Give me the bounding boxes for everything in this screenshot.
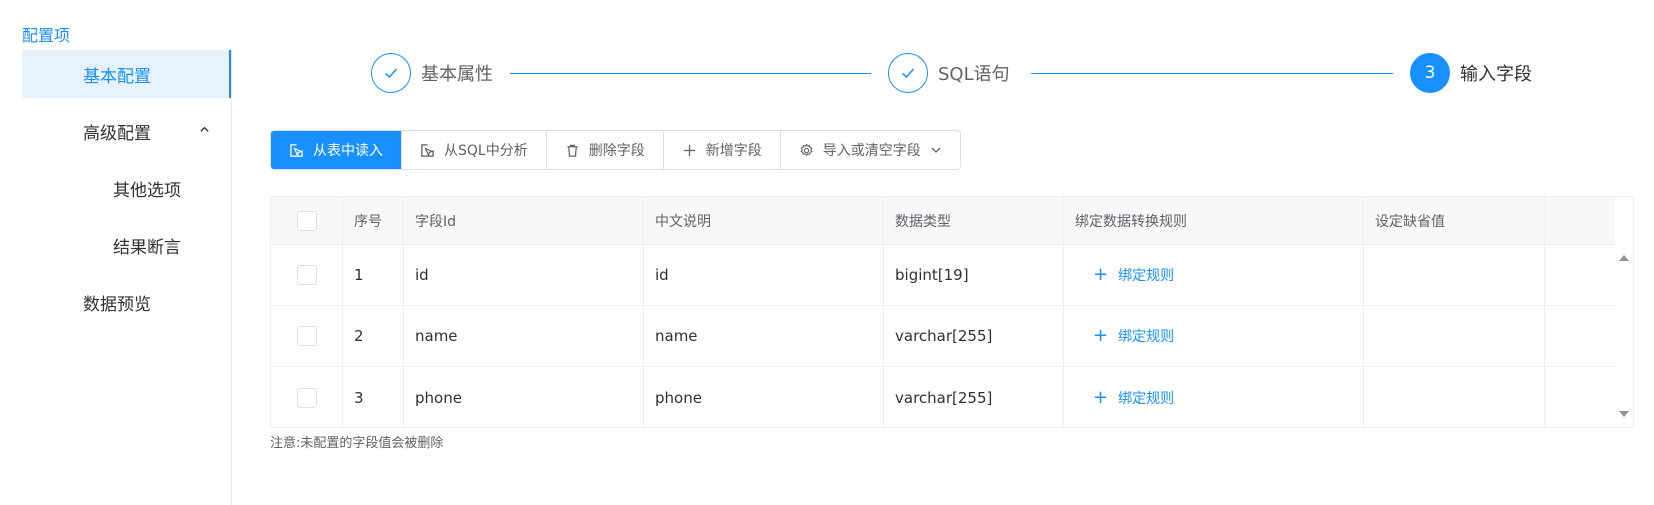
row-checkbox[interactable]	[296, 387, 317, 408]
column-header: 序号	[343, 197, 404, 244]
step-connector	[1031, 73, 1393, 74]
table-scrollbar[interactable]	[1615, 245, 1633, 427]
cell-bind-rule: + 绑定规则	[1064, 245, 1364, 305]
check-icon	[888, 53, 928, 93]
button-label: 删除字段	[588, 143, 645, 159]
column-header: 数据类型	[884, 197, 1064, 244]
table-row: 2 name name varchar[255] + 绑定规则	[271, 306, 1615, 367]
cell-default-value[interactable]	[1364, 245, 1545, 305]
field-toolbar: 从表中读入 从SQL中分析 删除字段 新增字段 导入或清空字段	[270, 130, 961, 170]
fields-table: 序号 字段Id 中文说明 数据类型 绑定数据转换规则 设定缺省值 1 id id…	[270, 196, 1634, 428]
plus-icon: +	[1093, 386, 1109, 408]
row-checkbox[interactable]	[296, 326, 317, 346]
sidebar-item-advanced-config[interactable]: 高级配置	[22, 107, 232, 155]
unconfigured-fields-note: 注意:未配置的字段值会被删除	[270, 436, 444, 451]
sidebar: 基本配置 高级配置 其他选项 结果断言 数据预览	[22, 50, 232, 505]
cell-default-value[interactable]	[1364, 367, 1545, 428]
cell-description: name	[644, 306, 884, 366]
step-label: 基本属性	[421, 64, 493, 85]
step-sql-statement[interactable]: SQL语句	[888, 53, 1010, 93]
cell-data-type: varchar[255]	[884, 367, 1064, 428]
add-field-button[interactable]: 新增字段	[662, 131, 780, 169]
bind-rule-link[interactable]: + 绑定规则	[1093, 388, 1174, 408]
plus-icon: +	[1093, 264, 1109, 285]
app-root: 配置项 基本配置 高级配置 其他选项 结果断言 数据预览 基本属性 SQL语句 …	[0, 0, 1654, 505]
plus-icon	[682, 143, 697, 158]
trash-icon	[565, 143, 580, 158]
chevron-up-icon	[199, 124, 210, 138]
bind-rule-label: 绑定规则	[1118, 329, 1175, 345]
cell-description: phone	[644, 367, 884, 428]
row-checkbox-cell	[271, 306, 343, 366]
cell-bind-rule: + 绑定规则	[1064, 367, 1364, 428]
cell-data-type: varchar[255]	[884, 306, 1064, 366]
table-row: 1 id id bigint[19] + 绑定规则	[271, 245, 1615, 306]
step-basic-properties[interactable]: 基本属性	[371, 53, 493, 93]
scroll-up-arrow-icon[interactable]	[1618, 252, 1630, 264]
bind-rule-link[interactable]: + 绑定规则	[1093, 326, 1174, 346]
bind-rule-label: 绑定规则	[1118, 390, 1175, 407]
bind-rule-link[interactable]: + 绑定规则	[1093, 265, 1174, 285]
table-header: 序号 字段Id 中文说明 数据类型 绑定数据转换规则 设定缺省值	[271, 197, 1615, 245]
button-label: 新增字段	[705, 143, 762, 159]
analyze-sql-button[interactable]: 从SQL中分析	[401, 131, 546, 169]
cursor-select-icon	[289, 143, 304, 158]
sidebar-item-label: 基本配置	[83, 66, 151, 87]
cell-data-type: bigint[19]	[884, 245, 1064, 305]
button-label: 从表中读入	[313, 143, 383, 159]
cell-field-id: id	[404, 245, 644, 305]
column-header: 中文说明	[644, 197, 884, 244]
cell-field-id: phone	[404, 367, 644, 428]
cell-index: 3	[343, 367, 404, 428]
sidebar-divider	[231, 50, 232, 505]
import-or-clear-dropdown[interactable]: 导入或清空字段	[779, 131, 960, 169]
sidebar-item-label: 数据预览	[83, 294, 151, 315]
cell-index: 1	[343, 245, 404, 305]
sidebar-item-label: 其他选项	[113, 180, 181, 201]
row-checkbox-cell	[271, 367, 343, 428]
step-number: 3	[1410, 53, 1450, 93]
step-connector	[510, 73, 871, 74]
sidebar-item-label: 高级配置	[83, 123, 151, 144]
cell-default-value[interactable]	[1364, 306, 1545, 366]
plus-icon: +	[1093, 325, 1109, 346]
sidebar-title: 配置项	[22, 26, 71, 45]
step-label: SQL语句	[938, 64, 1010, 85]
cell-description: id	[644, 245, 884, 305]
sidebar-item-basic-config[interactable]: 基本配置	[22, 50, 232, 98]
button-label: 从SQL中分析	[444, 143, 528, 159]
header-checkbox-cell	[271, 197, 343, 244]
cell-field-id: name	[404, 306, 644, 366]
sidebar-item-label: 结果断言	[113, 237, 181, 258]
delete-field-button[interactable]: 删除字段	[545, 131, 663, 169]
sidebar-item-data-preview[interactable]: 数据预览	[22, 278, 232, 326]
sidebar-item-result-assertion[interactable]: 结果断言	[22, 221, 232, 269]
cell-bind-rule: + 绑定规则	[1064, 306, 1364, 366]
select-all-checkbox[interactable]	[296, 210, 317, 231]
bind-rule-label: 绑定规则	[1118, 268, 1175, 284]
table-row: 3 phone phone varchar[255] + 绑定规则	[271, 367, 1615, 428]
cursor-select-icon	[420, 143, 435, 158]
row-checkbox[interactable]	[296, 265, 317, 285]
button-label: 导入或清空字段	[822, 143, 921, 159]
check-icon	[371, 53, 411, 93]
column-header: 设定缺省值	[1364, 197, 1545, 244]
steps: 基本属性 SQL语句 3 输入字段	[371, 53, 1551, 93]
chevron-down-icon	[930, 144, 942, 156]
column-header: 绑定数据转换规则	[1064, 197, 1364, 244]
read-from-table-button[interactable]: 从表中读入	[271, 131, 401, 169]
step-input-fields[interactable]: 3 输入字段	[1410, 53, 1532, 93]
gear-icon	[799, 143, 814, 158]
scroll-down-arrow-icon[interactable]	[1618, 408, 1630, 420]
column-header: 字段Id	[404, 197, 644, 244]
sidebar-item-other-options[interactable]: 其他选项	[22, 164, 232, 212]
cell-index: 2	[343, 306, 404, 366]
step-label: 输入字段	[1460, 64, 1532, 85]
row-checkbox-cell	[271, 245, 343, 305]
